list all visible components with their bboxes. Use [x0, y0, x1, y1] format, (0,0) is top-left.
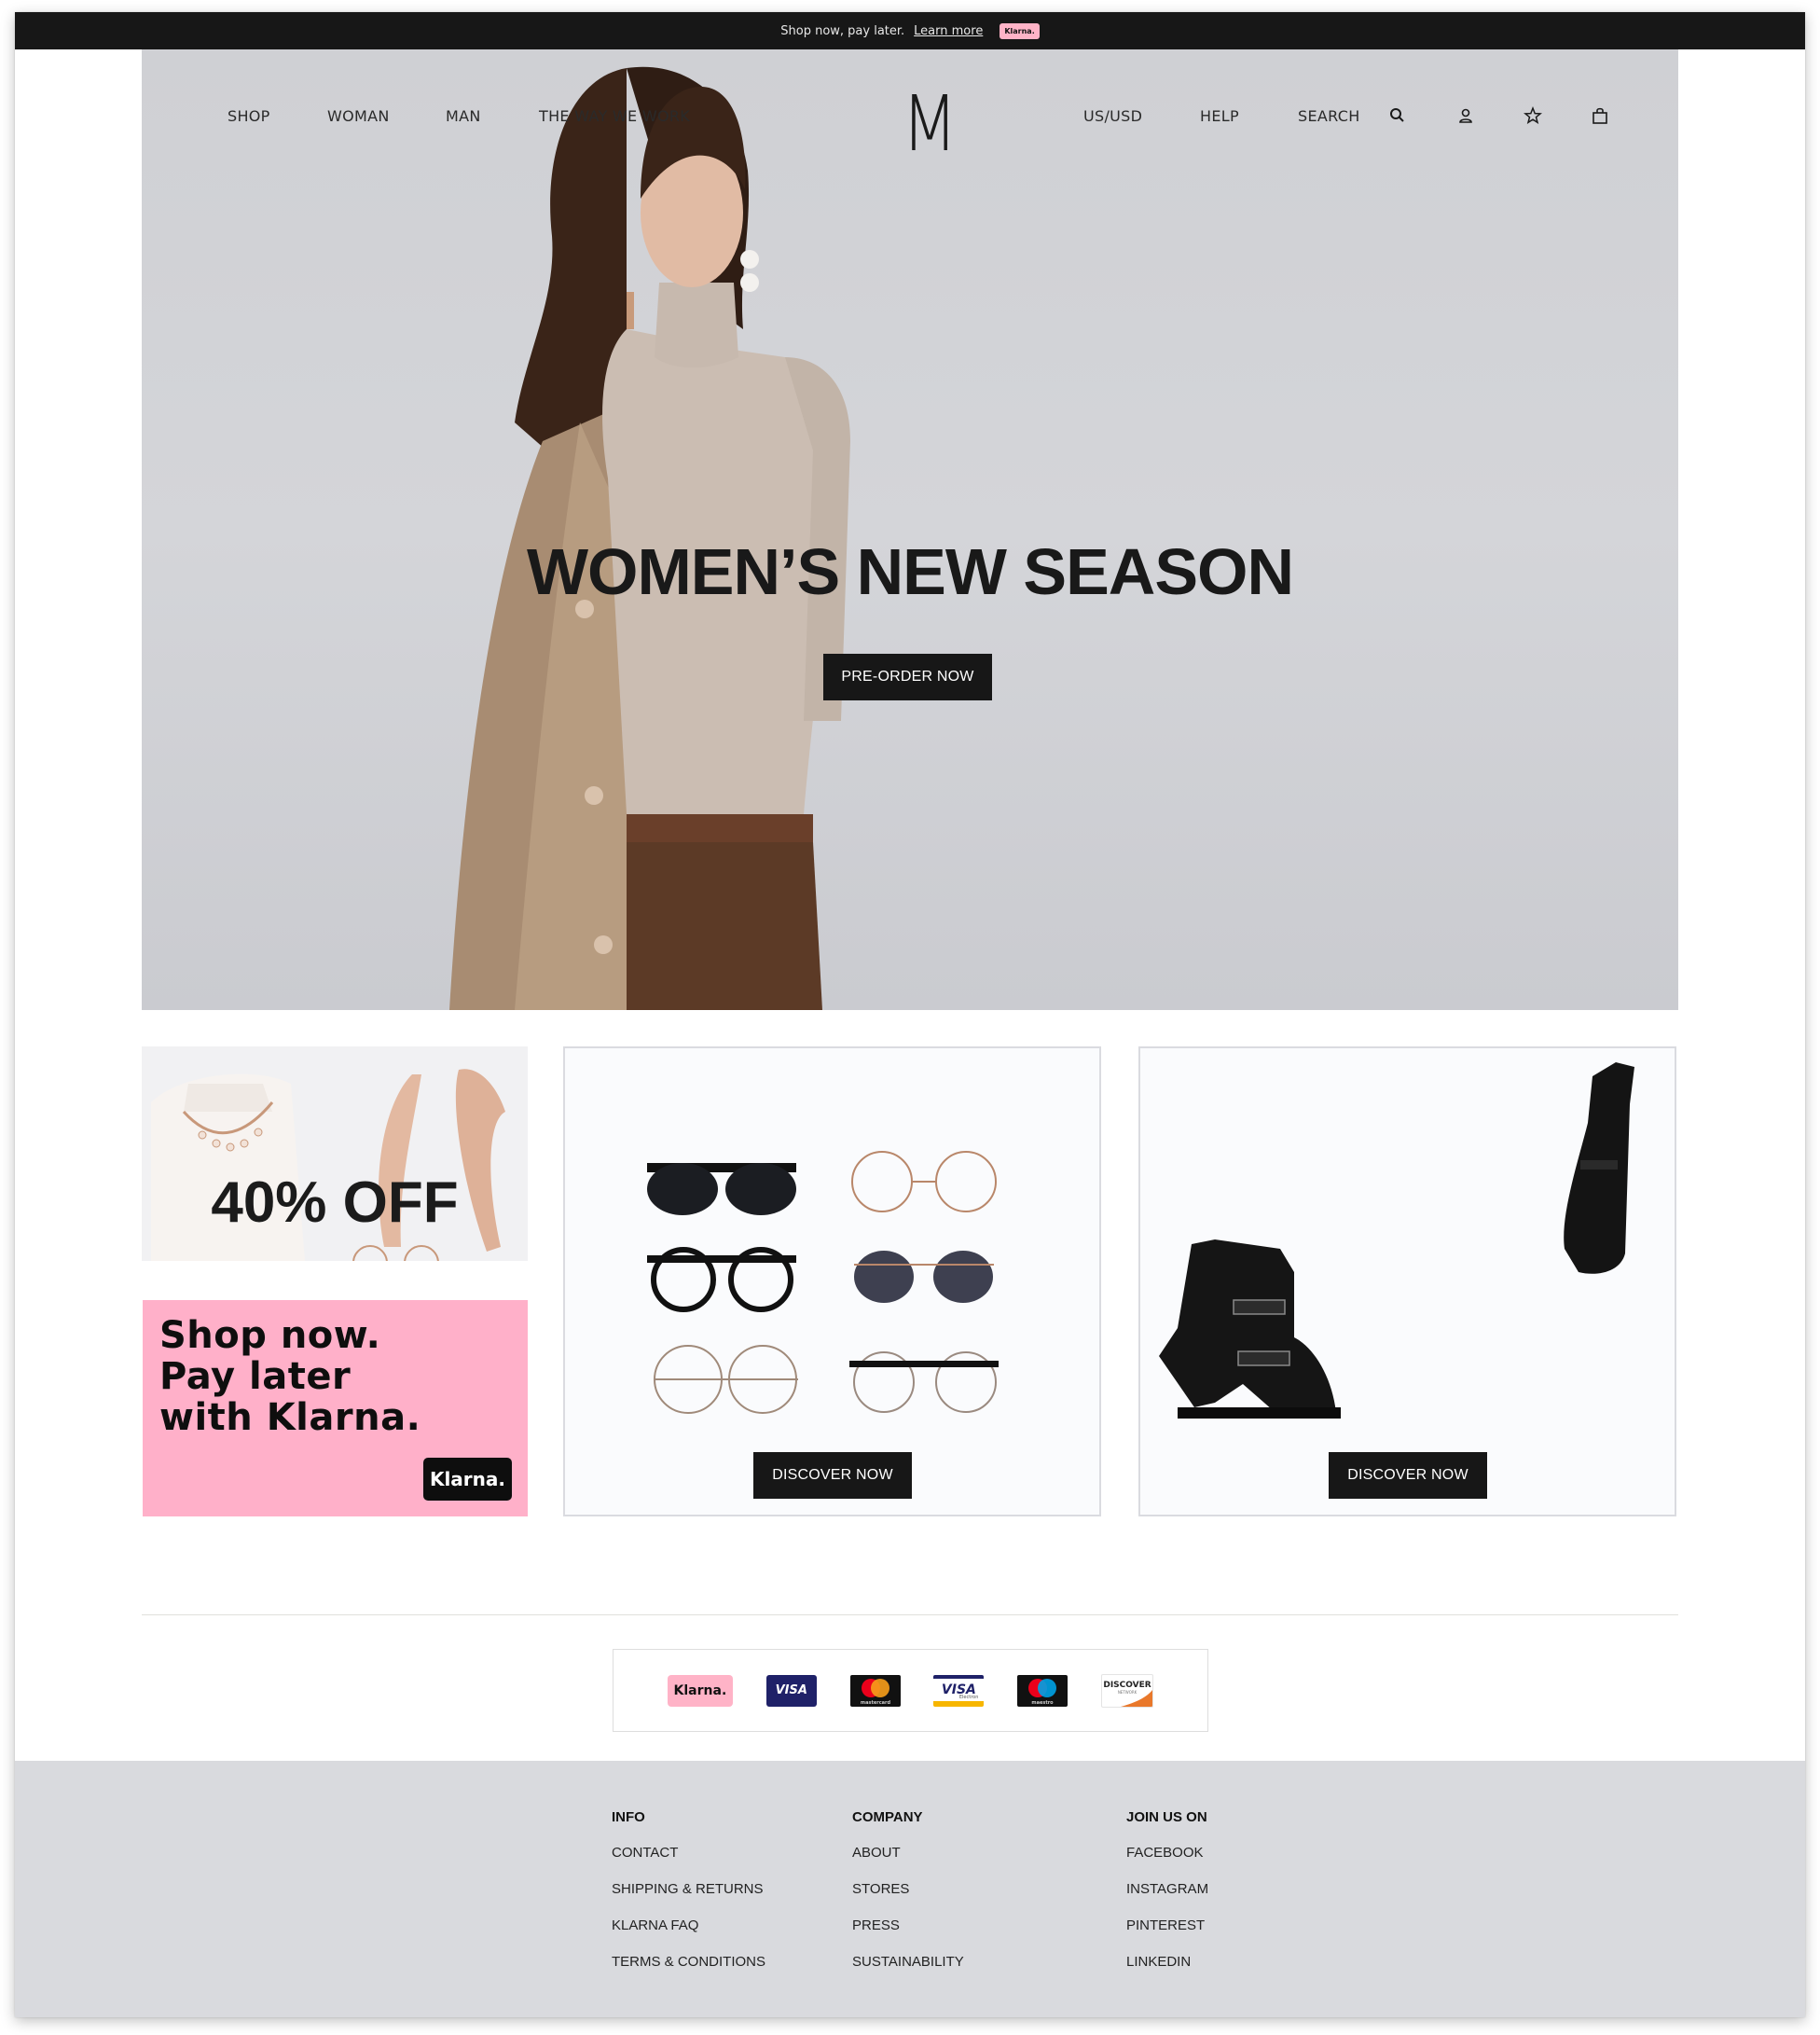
account-icon[interactable] — [1455, 105, 1476, 126]
brand-logo[interactable]: M — [902, 87, 958, 163]
announcement-text: Shop now, pay later. — [780, 23, 905, 38]
footer-column-info: INFO CONTACT SHIPPING & RETURNS KLARNA F… — [612, 1809, 765, 1990]
klarna-promo-text: Shop now. Pay later with Klarna. — [159, 1314, 421, 1439]
footer-link-facebook[interactable]: FACEBOOK — [1126, 1845, 1208, 1862]
footer: INFO CONTACT SHIPPING & RETURNS KLARNA F… — [15, 1761, 1805, 2017]
sale-promo-tile[interactable]: 40% OFF — [142, 1046, 528, 1261]
footer-heading-info: INFO — [612, 1809, 645, 1825]
nav-man[interactable]: MAN — [446, 107, 481, 125]
sunglasses-black — [647, 1163, 796, 1215]
klarna-badge: Klarna. — [1000, 22, 1040, 39]
visa-electron-bottom-stripe — [933, 1700, 985, 1707]
footer-link-stores[interactable]: STORES — [852, 1881, 964, 1898]
search-icon[interactable] — [1387, 105, 1408, 126]
mastercard-logo: mastercard — [860, 1678, 890, 1706]
footer-column-company: COMPANY ABOUT STORES PRESS SUSTAINABILIT… — [852, 1809, 964, 1990]
eyewear-discover-button[interactable]: DISCOVER NOW — [753, 1452, 912, 1499]
footer-link-sustainability[interactable]: SUSTAINABILITY — [852, 1954, 964, 1971]
nav-help[interactable]: HELP — [1200, 107, 1239, 125]
payment-methods: Klarna. VISA mastercard VISA Electron ma… — [613, 1649, 1208, 1732]
eyewear-card[interactable]: DISCOVER NOW — [563, 1046, 1101, 1516]
footer-link-pinterest[interactable]: PINTEREST — [1126, 1917, 1208, 1934]
pre-order-button[interactable]: PRE-ORDER NOW — [823, 654, 992, 700]
maestro-payment-icon: maestro — [1017, 1674, 1069, 1707]
sale-promo-text: 40% OFF — [211, 1170, 459, 1235]
footer-link-shipping-returns[interactable]: SHIPPING & RETURNS — [612, 1881, 765, 1898]
nav-search[interactable]: SEARCH — [1298, 107, 1360, 125]
mastercard-payment-icon: mastercard — [849, 1674, 901, 1707]
footer-link-linkedin[interactable]: LINKEDIN — [1126, 1954, 1208, 1971]
visa-electron-top-stripe — [933, 1674, 985, 1679]
hero-title: WOMEN’S NEW SEASON — [526, 535, 1294, 608]
boots-card[interactable]: DISCOVER NOW — [1138, 1046, 1676, 1516]
footer-heading-company: COMPANY — [852, 1809, 923, 1825]
nav-woman[interactable]: WOMAN — [327, 107, 390, 125]
nav-the-way-we-work[interactable]: THE WAY WE WORK — [539, 107, 690, 125]
footer-link-terms[interactable]: TERMS & CONDITIONS — [612, 1954, 765, 1971]
shopping-bag-icon[interactable] — [1590, 105, 1610, 126]
page: Shop now, pay later. Learn more Klarna. — [15, 12, 1805, 2017]
klarna-payment-icon: Klarna. — [667, 1674, 733, 1707]
mastercard-label: mastercard — [860, 1700, 890, 1706]
eyewear-image — [647, 1151, 999, 1414]
maestro-label: maestro — [1032, 1700, 1055, 1706]
announcement-bar: Shop now, pay later. Learn more Klarna. — [15, 12, 1805, 49]
wishlist-star-icon[interactable] — [1523, 105, 1543, 126]
footer-link-instagram[interactable]: INSTAGRAM — [1126, 1881, 1208, 1898]
footer-link-contact[interactable]: CONTACT — [612, 1845, 765, 1862]
klarna-promo-tile[interactable]: Shop now. Pay later with Klarna. Klarna. — [143, 1300, 528, 1516]
visa-electron-payment-icon: VISA Electron — [933, 1674, 985, 1707]
footer-link-about[interactable]: ABOUT — [852, 1845, 964, 1862]
footer-heading-join: JOIN US ON — [1126, 1809, 1207, 1825]
footer-column-social: JOIN US ON FACEBOOK INSTAGRAM PINTEREST … — [1126, 1809, 1208, 1990]
visa-payment-icon: VISA — [765, 1674, 817, 1707]
klarna-logo: Klarna. — [422, 1458, 512, 1501]
section-divider — [142, 1614, 1678, 1615]
boots-image — [1159, 1062, 1634, 1419]
nav-currency[interactable]: US/USD — [1083, 107, 1142, 125]
boots-discover-button[interactable]: DISCOVER NOW — [1329, 1452, 1487, 1499]
learn-more-link[interactable]: Learn more — [914, 24, 983, 38]
footer-link-klarna-faq[interactable]: KLARNA FAQ — [612, 1917, 765, 1934]
footer-link-press[interactable]: PRESS — [852, 1917, 964, 1934]
maestro-logo: maestro — [1028, 1678, 1057, 1706]
discover-orange-swoosh — [1121, 1689, 1153, 1707]
nav-shop[interactable]: SHOP — [228, 107, 270, 125]
hero-model-image — [449, 66, 850, 1010]
hero-banner: SHOP WOMAN MAN THE WAY WE WORK M US/USD … — [142, 49, 1678, 1010]
discover-payment-icon: DISCOVER NETWORK — [1101, 1673, 1154, 1708]
